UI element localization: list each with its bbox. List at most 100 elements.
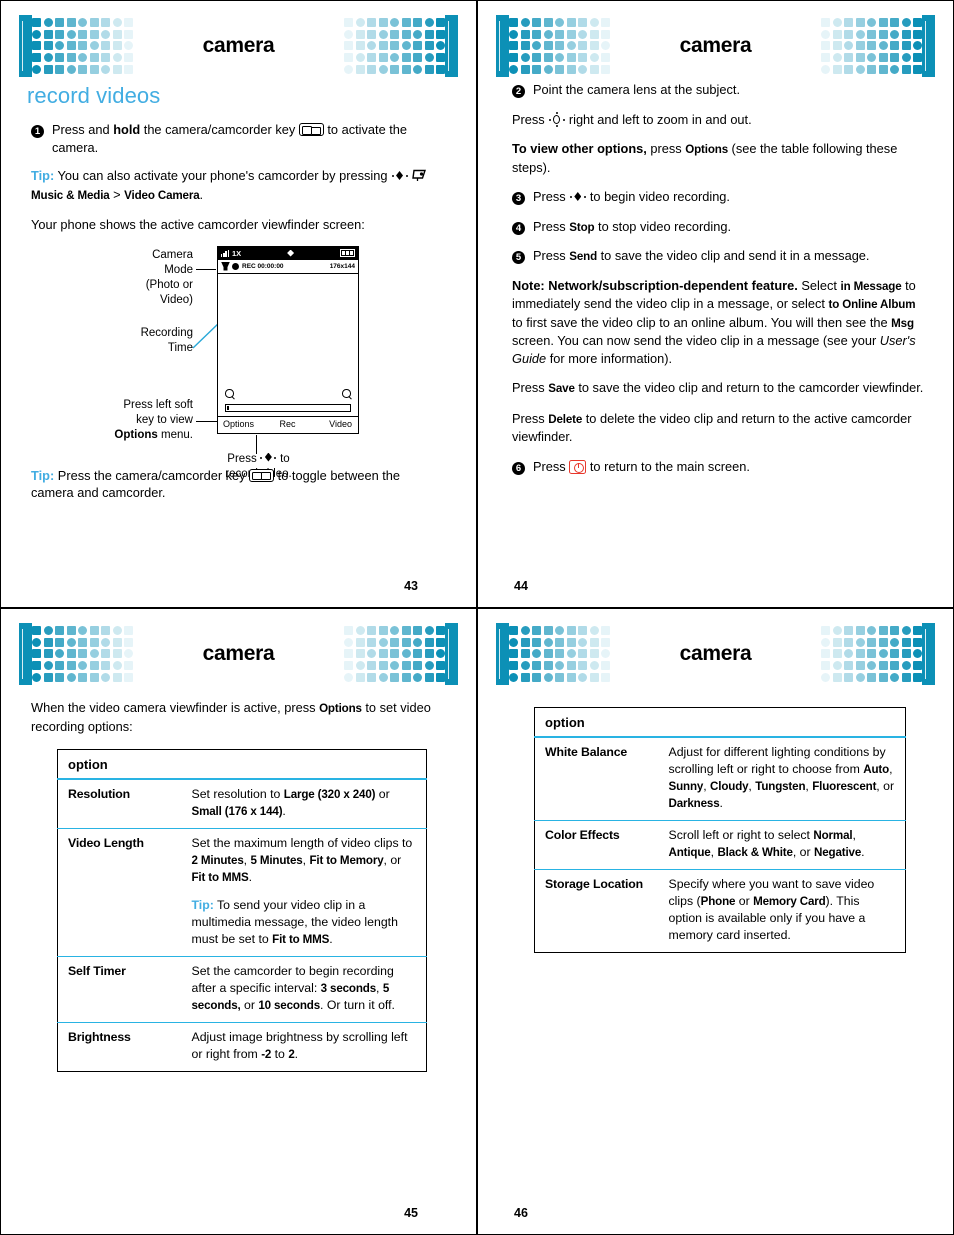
option-description-paragraph: Adjust for different lighting conditions… xyxy=(669,744,896,812)
body-paragraph: Note: Network/subscription-dependent fea… xyxy=(512,277,927,368)
table-row: White Balance Adjust for different lighti… xyxy=(535,737,906,821)
banner-dot-grid-right xyxy=(821,623,922,685)
step-text: Press to return to the main screen. xyxy=(533,458,927,477)
body-text: , xyxy=(852,828,856,842)
step-text: Press to begin video recording. xyxy=(533,188,927,207)
callout-soft-key: Press left soft key to view Options menu… xyxy=(114,398,193,441)
camera-mode-icon xyxy=(221,261,230,271)
ui-term: 2 Minutes xyxy=(191,854,244,867)
page-title: camera xyxy=(665,642,766,666)
body-text: Press xyxy=(533,458,570,474)
softkey-left-label[interactable]: Options xyxy=(218,419,266,429)
video-options-table: option Resolution Set resolution to Large … xyxy=(57,749,427,1072)
body-text: Press xyxy=(512,380,549,395)
body-text: Scroll left or right to select xyxy=(668,828,814,842)
zoom-out-magnifier-icon xyxy=(225,389,234,398)
nav-key-icon xyxy=(391,170,408,182)
ui-term: Negative xyxy=(814,846,862,859)
step-text: Press and hold the camera/camcorder key … xyxy=(52,121,446,156)
page-44: camera 2 Point the camera lens at the sub… xyxy=(477,0,954,608)
banner-pattern-right xyxy=(344,15,458,77)
banner-solid-bar xyxy=(445,623,458,685)
option-name-cell: Self Timer xyxy=(57,956,182,1023)
page-number: 45 xyxy=(404,1206,418,1220)
option-description-paragraph: Adjust image brightness by scrolling lef… xyxy=(192,1029,417,1063)
roaming-diamond-icon xyxy=(287,249,295,257)
ui-term: Phone xyxy=(700,895,736,908)
ui-term: 10 seconds xyxy=(258,999,320,1012)
banner-dot-grid-right xyxy=(821,15,922,77)
body-text: . xyxy=(199,186,204,202)
step-text: Press Stop to stop video recording. xyxy=(533,218,927,237)
body-text: , or xyxy=(792,845,814,859)
body-text: . xyxy=(248,870,253,884)
option-description-cell: Set resolution to Large (320 x 240) or S… xyxy=(182,779,427,829)
signal-strength-icon xyxy=(221,249,229,257)
step-number: 1 xyxy=(31,121,52,156)
resolution-label: 176x144 xyxy=(329,262,355,270)
tip-text: You can also activate your phone's camco… xyxy=(31,168,427,202)
body-paragraph: Press Save to save the video clip and re… xyxy=(512,379,927,398)
banner-pattern-left xyxy=(496,15,610,77)
table-header-cell: option xyxy=(534,707,906,738)
nav-key-icon xyxy=(569,191,586,203)
body-text: , or xyxy=(876,779,895,793)
ui-term: Video Camera xyxy=(124,188,200,202)
ui-term: Delete xyxy=(548,412,583,426)
body-text: or xyxy=(735,894,754,908)
softkey-right-label[interactable]: Video xyxy=(309,419,358,429)
body-text: . xyxy=(329,932,333,946)
ui-term: Save xyxy=(548,382,575,395)
step-1: 1 Press and hold the camera/camcorder ke… xyxy=(31,121,446,156)
ui-term: Fluorescent xyxy=(812,780,877,793)
ui-term: Options xyxy=(685,143,728,156)
ui-term: in Message xyxy=(840,279,902,293)
banner-solid-bar xyxy=(19,15,32,77)
power-end-key-icon xyxy=(569,459,587,474)
phone-softkey-bar: Options Rec Video xyxy=(218,415,358,432)
body-text: Press xyxy=(512,410,549,426)
table-row: Video Length Set the maximum length of vi… xyxy=(57,828,427,957)
body-paragraph: Press Delete to delete the video clip an… xyxy=(512,410,927,446)
option-name-cell: White Balance xyxy=(545,745,628,759)
body-text: Set the maximum length of video clips to xyxy=(191,836,413,850)
zoom-slider[interactable] xyxy=(225,403,351,412)
option-description-cell: Specify where you want to save video cli… xyxy=(658,869,906,953)
body-text: Press xyxy=(533,189,570,204)
banner-pattern-right xyxy=(821,623,935,685)
body-text: to first save the video clip to an onlin… xyxy=(512,314,892,330)
page-banner: camera xyxy=(19,15,458,77)
banner-solid-bar xyxy=(19,623,32,685)
ui-term: Small (176 x 144) xyxy=(191,805,283,818)
softkey-center-label[interactable]: Rec xyxy=(266,419,309,429)
table-header-cell: option xyxy=(57,749,427,780)
ui-term: 3 seconds xyxy=(320,982,377,995)
step-2: 2 Point the camera lens at the subject. xyxy=(512,81,927,100)
tip-label: Tip: xyxy=(31,168,55,183)
page-banner: camera xyxy=(496,15,935,77)
camera-camcorder-key-icon xyxy=(298,123,324,136)
option-description-cell: Set the maximum length of video clips to… xyxy=(181,828,427,957)
page-46: camera option White Balance Adjust for dif… xyxy=(477,608,954,1235)
option-description-cell: Set the camcorder to begin recording aft… xyxy=(181,956,427,1023)
leader-soft-key xyxy=(196,420,218,422)
body-text: to xyxy=(271,1047,289,1061)
page-banner: camera xyxy=(496,623,935,685)
ui-term: Memory Card xyxy=(753,895,826,908)
ui-term: Black & White xyxy=(717,846,793,859)
option-name-cell: Color Effects xyxy=(534,820,659,870)
banner-dot-grid-right xyxy=(344,623,445,685)
camera-camcorder-key-icon xyxy=(249,468,275,482)
option-description-paragraph: Set resolution to Large (320 x 240) or S… xyxy=(192,786,417,820)
body-text: Select xyxy=(797,277,841,293)
step-number: 3 xyxy=(512,188,533,207)
page-body: 1 Press and hold the camera/camcorder ke… xyxy=(1,117,476,502)
body-text: to stop video recording. xyxy=(594,218,732,234)
body-text: . xyxy=(719,796,723,810)
body-text: right and left to zoom in and out. xyxy=(565,111,752,127)
body-text: or xyxy=(375,787,390,801)
ui-term: Send xyxy=(569,250,598,263)
option-description-paragraph: Scroll left or right to select Normal, A… xyxy=(669,827,896,861)
phone-status-bar: 1X xyxy=(218,246,358,260)
banner-pattern-left xyxy=(496,623,610,685)
